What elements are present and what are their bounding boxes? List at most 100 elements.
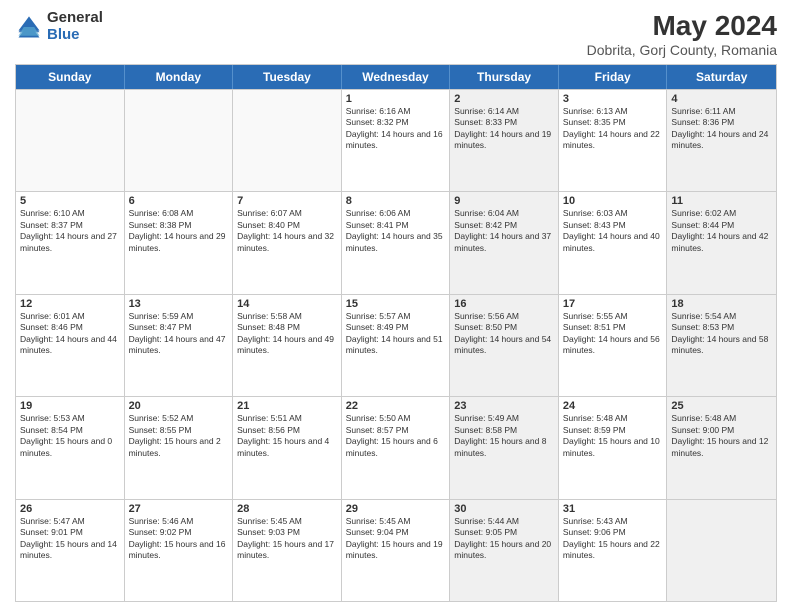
cal-header-sunday: Sunday: [16, 65, 125, 89]
day-number: 22: [346, 400, 446, 412]
cell-info: Sunrise: 6:03 AMSunset: 8:43 PMDaylight:…: [563, 208, 663, 254]
cal-cell-day-25: 25Sunrise: 5:48 AMSunset: 9:00 PMDayligh…: [667, 397, 776, 498]
cell-info: Sunrise: 5:43 AMSunset: 9:06 PMDaylight:…: [563, 516, 663, 562]
day-number: 17: [563, 298, 663, 310]
cell-info: Sunrise: 5:45 AMSunset: 9:03 PMDaylight:…: [237, 516, 337, 562]
day-number: 15: [346, 298, 446, 310]
cell-info: Sunrise: 6:07 AMSunset: 8:40 PMDaylight:…: [237, 208, 337, 254]
cell-info: Sunrise: 5:44 AMSunset: 9:05 PMDaylight:…: [454, 516, 554, 562]
cell-info: Sunrise: 6:06 AMSunset: 8:41 PMDaylight:…: [346, 208, 446, 254]
cal-row-3: 19Sunrise: 5:53 AMSunset: 8:54 PMDayligh…: [16, 396, 776, 498]
cell-info: Sunrise: 6:16 AMSunset: 8:32 PMDaylight:…: [346, 106, 446, 152]
cal-cell-day-5: 5Sunrise: 6:10 AMSunset: 8:37 PMDaylight…: [16, 192, 125, 293]
day-number: 11: [671, 195, 772, 207]
day-number: 4: [671, 93, 772, 105]
cal-cell-day-31: 31Sunrise: 5:43 AMSunset: 9:06 PMDayligh…: [559, 500, 668, 601]
cell-info: Sunrise: 5:50 AMSunset: 8:57 PMDaylight:…: [346, 413, 446, 459]
day-number: 23: [454, 400, 554, 412]
cal-cell-day-10: 10Sunrise: 6:03 AMSunset: 8:43 PMDayligh…: [559, 192, 668, 293]
day-number: 20: [129, 400, 229, 412]
logo-blue-text: Blue: [47, 27, 103, 44]
day-number: 10: [563, 195, 663, 207]
cal-cell-day-13: 13Sunrise: 5:59 AMSunset: 8:47 PMDayligh…: [125, 295, 234, 396]
cal-cell-day-6: 6Sunrise: 6:08 AMSunset: 8:38 PMDaylight…: [125, 192, 234, 293]
main-title: May 2024: [587, 10, 777, 42]
cal-cell-day-26: 26Sunrise: 5:47 AMSunset: 9:01 PMDayligh…: [16, 500, 125, 601]
day-number: 26: [20, 503, 120, 515]
cal-cell-day-19: 19Sunrise: 5:53 AMSunset: 8:54 PMDayligh…: [16, 397, 125, 498]
logo-icon: [15, 13, 43, 41]
cell-info: Sunrise: 5:58 AMSunset: 8:48 PMDaylight:…: [237, 311, 337, 357]
cell-info: Sunrise: 6:08 AMSunset: 8:38 PMDaylight:…: [129, 208, 229, 254]
cal-cell-empty: [667, 500, 776, 601]
cal-cell-day-8: 8Sunrise: 6:06 AMSunset: 8:41 PMDaylight…: [342, 192, 451, 293]
day-number: 2: [454, 93, 554, 105]
day-number: 7: [237, 195, 337, 207]
cal-cell-day-28: 28Sunrise: 5:45 AMSunset: 9:03 PMDayligh…: [233, 500, 342, 601]
cal-cell-day-7: 7Sunrise: 6:07 AMSunset: 8:40 PMDaylight…: [233, 192, 342, 293]
cell-info: Sunrise: 5:53 AMSunset: 8:54 PMDaylight:…: [20, 413, 120, 459]
cell-info: Sunrise: 5:59 AMSunset: 8:47 PMDaylight:…: [129, 311, 229, 357]
cell-info: Sunrise: 5:47 AMSunset: 9:01 PMDaylight:…: [20, 516, 120, 562]
day-number: 6: [129, 195, 229, 207]
cell-info: Sunrise: 6:14 AMSunset: 8:33 PMDaylight:…: [454, 106, 554, 152]
cal-header-saturday: Saturday: [667, 65, 776, 89]
logo-text: General Blue: [47, 10, 103, 43]
cal-cell-day-22: 22Sunrise: 5:50 AMSunset: 8:57 PMDayligh…: [342, 397, 451, 498]
day-number: 19: [20, 400, 120, 412]
day-number: 28: [237, 503, 337, 515]
day-number: 24: [563, 400, 663, 412]
cal-cell-empty: [16, 90, 125, 191]
subtitle: Dobrita, Gorj County, Romania: [587, 42, 777, 58]
cal-header-friday: Friday: [559, 65, 668, 89]
cell-info: Sunrise: 5:51 AMSunset: 8:56 PMDaylight:…: [237, 413, 337, 459]
day-number: 9: [454, 195, 554, 207]
cal-cell-day-30: 30Sunrise: 5:44 AMSunset: 9:05 PMDayligh…: [450, 500, 559, 601]
day-number: 27: [129, 503, 229, 515]
cell-info: Sunrise: 6:04 AMSunset: 8:42 PMDaylight:…: [454, 208, 554, 254]
cell-info: Sunrise: 5:48 AMSunset: 9:00 PMDaylight:…: [671, 413, 772, 459]
cell-info: Sunrise: 5:49 AMSunset: 8:58 PMDaylight:…: [454, 413, 554, 459]
title-area: May 2024 Dobrita, Gorj County, Romania: [587, 10, 777, 58]
cell-info: Sunrise: 6:02 AMSunset: 8:44 PMDaylight:…: [671, 208, 772, 254]
cal-cell-day-3: 3Sunrise: 6:13 AMSunset: 8:35 PMDaylight…: [559, 90, 668, 191]
cell-info: Sunrise: 5:48 AMSunset: 8:59 PMDaylight:…: [563, 413, 663, 459]
cal-cell-day-18: 18Sunrise: 5:54 AMSunset: 8:53 PMDayligh…: [667, 295, 776, 396]
cal-row-4: 26Sunrise: 5:47 AMSunset: 9:01 PMDayligh…: [16, 499, 776, 601]
cal-cell-day-14: 14Sunrise: 5:58 AMSunset: 8:48 PMDayligh…: [233, 295, 342, 396]
day-number: 18: [671, 298, 772, 310]
cal-cell-day-21: 21Sunrise: 5:51 AMSunset: 8:56 PMDayligh…: [233, 397, 342, 498]
calendar-body: 1Sunrise: 6:16 AMSunset: 8:32 PMDaylight…: [16, 89, 776, 601]
day-number: 31: [563, 503, 663, 515]
day-number: 25: [671, 400, 772, 412]
day-number: 3: [563, 93, 663, 105]
cell-info: Sunrise: 5:56 AMSunset: 8:50 PMDaylight:…: [454, 311, 554, 357]
cell-info: Sunrise: 6:10 AMSunset: 8:37 PMDaylight:…: [20, 208, 120, 254]
page: General Blue May 2024 Dobrita, Gorj Coun…: [0, 0, 792, 612]
cal-cell-day-29: 29Sunrise: 5:45 AMSunset: 9:04 PMDayligh…: [342, 500, 451, 601]
cal-cell-day-17: 17Sunrise: 5:55 AMSunset: 8:51 PMDayligh…: [559, 295, 668, 396]
cell-info: Sunrise: 6:13 AMSunset: 8:35 PMDaylight:…: [563, 106, 663, 152]
logo: General Blue: [15, 10, 103, 43]
cal-cell-day-15: 15Sunrise: 5:57 AMSunset: 8:49 PMDayligh…: [342, 295, 451, 396]
cal-cell-empty: [233, 90, 342, 191]
day-number: 1: [346, 93, 446, 105]
calendar: SundayMondayTuesdayWednesdayThursdayFrid…: [15, 64, 777, 602]
cal-row-2: 12Sunrise: 6:01 AMSunset: 8:46 PMDayligh…: [16, 294, 776, 396]
calendar-header: SundayMondayTuesdayWednesdayThursdayFrid…: [16, 65, 776, 89]
day-number: 16: [454, 298, 554, 310]
day-number: 29: [346, 503, 446, 515]
cal-header-monday: Monday: [125, 65, 234, 89]
cal-cell-day-24: 24Sunrise: 5:48 AMSunset: 8:59 PMDayligh…: [559, 397, 668, 498]
cell-info: Sunrise: 6:01 AMSunset: 8:46 PMDaylight:…: [20, 311, 120, 357]
cal-cell-day-9: 9Sunrise: 6:04 AMSunset: 8:42 PMDaylight…: [450, 192, 559, 293]
cell-info: Sunrise: 5:55 AMSunset: 8:51 PMDaylight:…: [563, 311, 663, 357]
cal-cell-day-20: 20Sunrise: 5:52 AMSunset: 8:55 PMDayligh…: [125, 397, 234, 498]
cell-info: Sunrise: 6:11 AMSunset: 8:36 PMDaylight:…: [671, 106, 772, 152]
day-number: 14: [237, 298, 337, 310]
day-number: 8: [346, 195, 446, 207]
cal-cell-day-23: 23Sunrise: 5:49 AMSunset: 8:58 PMDayligh…: [450, 397, 559, 498]
logo-general-text: General: [47, 10, 103, 27]
cell-info: Sunrise: 5:46 AMSunset: 9:02 PMDaylight:…: [129, 516, 229, 562]
day-number: 13: [129, 298, 229, 310]
